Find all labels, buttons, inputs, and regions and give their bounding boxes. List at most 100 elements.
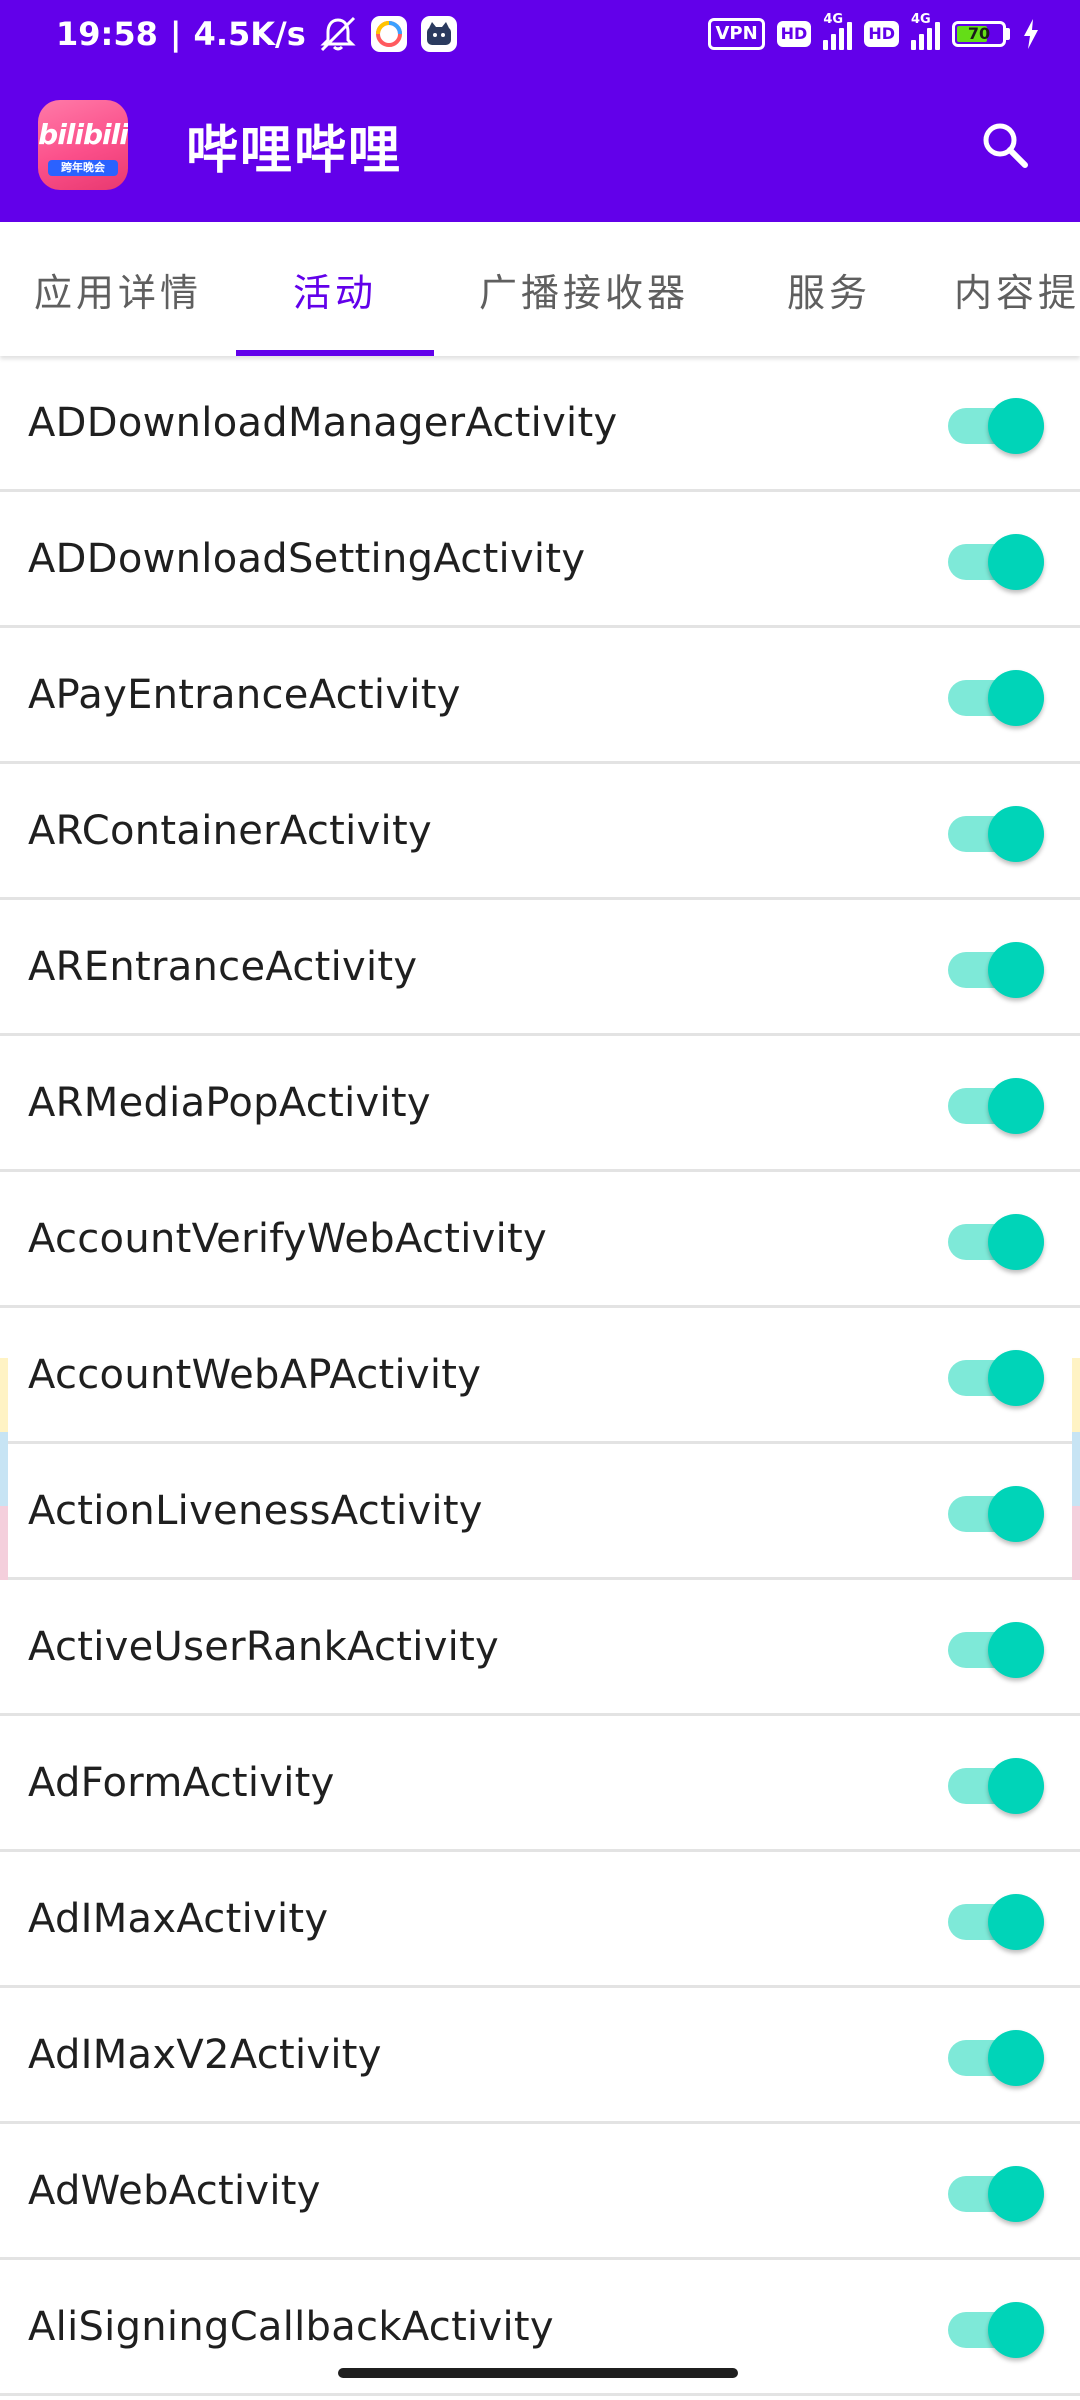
status-bar: 19:58 | 4.5K/s VPN HD 4G HD 4G 70 xyxy=(0,0,1080,68)
activity-name: AdFormActivity xyxy=(28,1759,335,1806)
hd-badge: HD xyxy=(776,21,812,47)
activity-name: AccountVerifyWebActivity xyxy=(28,1215,547,1262)
tab-label: 应用详情 xyxy=(33,270,202,315)
activity-toggle-switch[interactable] xyxy=(948,2156,1044,2226)
list-item[interactable]: ADDownloadSettingActivity xyxy=(0,492,1080,628)
signal-strength-icon-2: 4G xyxy=(911,12,940,50)
side-strip-left-yellow xyxy=(0,1358,8,1432)
activity-list[interactable]: ADDownloadManagerActivity ADDownloadSetti… xyxy=(0,356,1080,2396)
list-item[interactable]: AREntranceActivity xyxy=(0,900,1080,1036)
activity-toggle-switch[interactable] xyxy=(948,660,1044,730)
activity-name: AdIMaxV2Activity xyxy=(28,2031,382,2078)
side-strip-right-pink xyxy=(1072,1506,1080,1580)
tab-label: 服务 xyxy=(786,270,871,315)
activity-name: AdWebActivity xyxy=(28,2167,321,2214)
side-strip-right-blue xyxy=(1072,1432,1080,1506)
switch-thumb xyxy=(988,1349,1044,1406)
status-left: 19:58 | 4.5K/s xyxy=(56,15,458,53)
side-strip-left-pink xyxy=(0,1506,8,1580)
app-logo-ribbon: 跨年晚会 xyxy=(48,160,118,176)
activity-toggle-switch[interactable] xyxy=(948,388,1044,458)
list-item[interactable]: AdFormActivity xyxy=(0,1716,1080,1852)
app-notification-icon-2 xyxy=(420,15,458,53)
switch-thumb xyxy=(988,669,1044,726)
app-logo: bilibili 跨年晚会 xyxy=(38,100,128,190)
activity-name: APayEntranceActivity xyxy=(28,671,461,718)
activity-name: ActiveUserRankActivity xyxy=(28,1623,500,1670)
net-type-label: 4G xyxy=(823,12,844,27)
activity-toggle-switch[interactable] xyxy=(948,524,1044,594)
tab-label: 活动 xyxy=(292,270,377,315)
tab-activities[interactable]: 活动 xyxy=(236,222,434,356)
activity-toggle-switch[interactable] xyxy=(948,1884,1044,1954)
activity-toggle-switch[interactable] xyxy=(948,1340,1044,1410)
charging-icon xyxy=(1022,19,1040,49)
switch-thumb xyxy=(988,397,1044,454)
status-network-speed: 4.5K/s xyxy=(193,15,306,53)
battery-level: 70 xyxy=(967,24,991,43)
mute-icon xyxy=(318,16,358,52)
side-strip-left-blue xyxy=(0,1432,8,1506)
activity-name: AREntranceActivity xyxy=(28,943,418,990)
list-item[interactable]: ADDownloadManagerActivity xyxy=(0,356,1080,492)
tab-content-providers[interactable]: 内容提供 xyxy=(924,222,1080,356)
activity-toggle-switch[interactable] xyxy=(948,1068,1044,1138)
app-title: 哔哩哔哩 xyxy=(186,120,403,181)
activity-toggle-switch[interactable] xyxy=(948,932,1044,1002)
tab-bar: 应用详情 活动 广播接收器 服务 内容提供 xyxy=(0,222,1080,356)
list-item[interactable]: APayEntranceActivity xyxy=(0,628,1080,764)
app-bar: bilibili 跨年晚会 哔哩哔哩 xyxy=(0,68,1080,222)
activity-toggle-switch[interactable] xyxy=(948,1204,1044,1274)
activity-name: ARContainerActivity xyxy=(28,807,432,854)
switch-thumb xyxy=(988,2029,1044,2086)
list-item[interactable]: ActiveUserRankActivity xyxy=(0,1580,1080,1716)
list-item[interactable]: ARContainerActivity xyxy=(0,764,1080,900)
battery-body: 70 xyxy=(952,21,1006,47)
activity-toggle-switch[interactable] xyxy=(948,796,1044,866)
tab-app-details[interactable]: 应用详情 xyxy=(0,222,236,356)
list-item[interactable]: ActionLivenessActivity xyxy=(0,1444,1080,1580)
activity-toggle-switch[interactable] xyxy=(948,2292,1044,2362)
list-item[interactable]: AccountVerifyWebActivity xyxy=(0,1172,1080,1308)
app-logo-wordmark: bilibili xyxy=(38,118,128,151)
search-icon xyxy=(983,123,1028,168)
activity-toggle-switch[interactable] xyxy=(948,2020,1044,2090)
status-right: VPN HD 4G HD 4G 70 xyxy=(708,12,1040,50)
switch-thumb xyxy=(988,1213,1044,1270)
activity-name: ARMediaPopActivity xyxy=(28,1079,431,1126)
search-button[interactable] xyxy=(970,110,1040,180)
status-time: 19:58 xyxy=(56,15,158,53)
hd-badge-2: HD xyxy=(864,21,899,47)
switch-thumb xyxy=(988,805,1044,862)
vpn-badge: VPN xyxy=(708,18,765,50)
list-item[interactable]: AdIMaxV2Activity xyxy=(0,1988,1080,2124)
status-separator: | xyxy=(169,15,182,53)
net-type-label-2: 4G xyxy=(911,12,931,27)
activity-name: AdIMaxActivity xyxy=(28,1895,329,1942)
list-item[interactable]: ARMediaPopActivity xyxy=(0,1036,1080,1172)
switch-thumb xyxy=(988,1757,1044,1814)
list-item[interactable]: AdIMaxActivity xyxy=(0,1852,1080,1988)
tab-services[interactable]: 服务 xyxy=(734,222,924,356)
battery-icon: 70 xyxy=(952,21,1010,47)
list-item[interactable]: AdWebActivity xyxy=(0,2124,1080,2260)
activity-name: AliSigningCallbackActivity xyxy=(28,2303,554,2350)
battery-cap xyxy=(1006,28,1010,40)
switch-thumb xyxy=(988,1621,1044,1678)
switch-thumb xyxy=(988,533,1044,590)
switch-thumb xyxy=(988,1485,1044,1542)
tab-label: 内容提供 xyxy=(954,270,1080,315)
switch-thumb xyxy=(988,1077,1044,1134)
activity-toggle-switch[interactable] xyxy=(948,1748,1044,1818)
list-item[interactable]: AccountWebAPActivity xyxy=(0,1308,1080,1444)
tab-broadcast-receivers[interactable]: 广播接收器 xyxy=(434,222,734,356)
gesture-navigation-bar[interactable] xyxy=(338,2368,738,2378)
activity-name: ADDownloadSettingActivity xyxy=(28,535,586,582)
switch-thumb xyxy=(988,2165,1044,2222)
activity-name: AccountWebAPActivity xyxy=(28,1351,482,1398)
switch-thumb xyxy=(988,1893,1044,1950)
activity-toggle-switch[interactable] xyxy=(948,1476,1044,1546)
activity-name: ADDownloadManagerActivity xyxy=(28,399,618,446)
activity-toggle-switch[interactable] xyxy=(948,1612,1044,1682)
signal-strength-icon: 4G xyxy=(823,12,853,50)
